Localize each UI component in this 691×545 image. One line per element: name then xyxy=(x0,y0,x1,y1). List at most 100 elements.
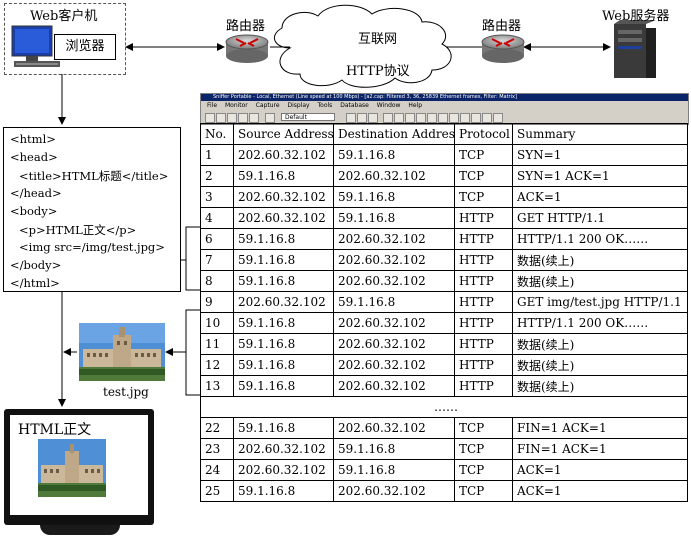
cell-no: 22 xyxy=(200,417,234,439)
toolbar-icon[interactable] xyxy=(416,113,426,123)
table-row[interactable]: 23 202.60.32.102 59.1.16.8 TCP FIN=1 ACK=1 xyxy=(200,438,688,460)
toolbar-icon[interactable] xyxy=(346,113,356,123)
cell-summary: 数据(续上) xyxy=(512,249,688,271)
cell-summary: FIN=1 ACK=1 xyxy=(512,417,688,439)
cell-no: 12 xyxy=(200,354,234,376)
pause-capture-icon[interactable] xyxy=(216,113,226,123)
cell-source: 59.1.16.8 xyxy=(233,312,334,334)
rendered-page-text: HTML正文 xyxy=(18,422,92,438)
sniffer-window: Sniffer Portable - Local, Ethernet (Line… xyxy=(200,93,689,125)
menu-item-capture[interactable]: Capture xyxy=(256,102,280,109)
cell-source: 202.60.32.102 xyxy=(233,459,334,481)
stop-display-icon[interactable] xyxy=(238,113,248,123)
cloud-protocol: HTTP协议 xyxy=(346,64,410,79)
column-header-no[interactable]: No. xyxy=(200,123,234,145)
toolbar-icon[interactable] xyxy=(405,113,415,123)
menu-item-help[interactable]: Help xyxy=(408,102,422,109)
cell-no: 23 xyxy=(200,438,234,460)
cell-protocol: TCP xyxy=(454,144,513,166)
sniffer-menu-bar: File Monitor Capture Display Tools Datab… xyxy=(201,101,688,111)
table-row[interactable]: 8 59.1.16.8 202.60.32.102 HTTP 数据(续上) xyxy=(200,270,688,292)
table-row[interactable]: 10 59.1.16.8 202.60.32.102 HTTP HTTP/1.1 200… xyxy=(200,312,688,334)
toolbar-icon[interactable] xyxy=(460,113,470,123)
column-header-protocol[interactable]: Protocol xyxy=(454,123,513,145)
cell-summary: 数据(续上) xyxy=(512,333,688,355)
toolbar-icon[interactable] xyxy=(471,113,481,123)
toolbar-icon[interactable] xyxy=(493,113,503,123)
table-row[interactable]: 13 59.1.16.8 202.60.32.102 HTTP 数据(续上) xyxy=(200,375,688,397)
start-capture-icon[interactable] xyxy=(205,113,215,123)
cell-summary: 数据(续上) xyxy=(512,354,688,376)
cell-protocol: HTTP xyxy=(454,333,513,355)
code-line: </head> xyxy=(10,186,62,200)
menu-item-monitor[interactable]: Monitor xyxy=(225,102,248,109)
cell-source: 202.60.32.102 xyxy=(233,144,334,166)
web-server-icon xyxy=(614,20,656,78)
cell-source: 202.60.32.102 xyxy=(233,186,334,208)
cell-source: 59.1.16.8 xyxy=(233,354,334,376)
table-row[interactable]: 2 59.1.16.8 202.60.32.102 TCP SYN=1 ACK=1 xyxy=(200,165,688,187)
profile-select[interactable]: Default xyxy=(281,113,335,121)
column-header-source[interactable]: Source Address xyxy=(233,123,334,145)
toolbar-icon[interactable] xyxy=(368,113,378,123)
menu-item-tools[interactable]: Tools xyxy=(318,102,333,109)
cell-source: 202.60.32.102 xyxy=(233,438,334,460)
cell-summary: 数据(续上) xyxy=(512,375,688,397)
code-line: <head> xyxy=(10,150,58,164)
cell-destination: 202.60.32.102 xyxy=(333,312,455,334)
router-label: 路由器 xyxy=(482,19,522,34)
filter-icon[interactable] xyxy=(265,113,275,123)
cell-no: 6 xyxy=(200,228,234,250)
toolbar-icon[interactable] xyxy=(394,113,404,123)
response-bracket xyxy=(185,226,200,291)
table-row[interactable]: 4 202.60.32.102 59.1.16.8 HTTP GET HTTP/1.1 xyxy=(200,207,688,229)
toolbar-icon[interactable] xyxy=(482,113,492,123)
image-caption: test.jpg xyxy=(103,385,149,399)
toolbar-icon[interactable] xyxy=(438,113,448,123)
table-row[interactable]: 24 202.60.32.102 59.1.16.8 TCP ACK=1 xyxy=(200,459,688,481)
cell-source: 59.1.16.8 xyxy=(233,270,334,292)
table-row[interactable]: 1 202.60.32.102 59.1.16.8 TCP SYN=1 xyxy=(200,144,688,166)
menu-item-display[interactable]: Display xyxy=(287,102,309,109)
menu-item-file[interactable]: File xyxy=(207,102,217,109)
toolbar-icon[interactable] xyxy=(357,113,367,123)
table-row[interactable]: 11 59.1.16.8 202.60.32.102 HTTP 数据(续上) xyxy=(200,333,688,355)
display-icon[interactable] xyxy=(249,113,259,123)
table-row[interactable]: 12 59.1.16.8 202.60.32.102 HTTP 数据(续上) xyxy=(200,354,688,376)
cell-no: 10 xyxy=(200,312,234,334)
column-header-destination[interactable]: Destination Address xyxy=(333,123,455,145)
cell-destination: 59.1.16.8 xyxy=(333,207,455,229)
cell-destination: 59.1.16.8 xyxy=(333,144,455,166)
cell-destination: 202.60.32.102 xyxy=(333,228,455,250)
table-row[interactable]: 25 59.1.16.8 202.60.32.102 TCP ACK=1 xyxy=(200,480,688,502)
table-row[interactable]: 7 59.1.16.8 202.60.32.102 HTTP 数据(续上) xyxy=(200,249,688,271)
cell-protocol: TCP xyxy=(454,459,513,481)
table-header-row: No. Source Address Destination Address P… xyxy=(200,123,688,145)
cell-no: 11 xyxy=(200,333,234,355)
cell-source: 59.1.16.8 xyxy=(233,375,334,397)
monitor-stand xyxy=(40,525,120,535)
table-row[interactable]: 3 202.60.32.102 59.1.16.8 TCP ACK=1 xyxy=(200,186,688,208)
cell-protocol: TCP xyxy=(454,186,513,208)
column-header-summary[interactable]: Summary xyxy=(512,123,688,145)
cell-source: 59.1.16.8 xyxy=(233,228,334,250)
cell-no: 7 xyxy=(200,249,234,271)
menu-item-window[interactable]: Window xyxy=(377,102,401,109)
cell-summary: SYN=1 xyxy=(512,144,688,166)
cell-source: 59.1.16.8 xyxy=(233,165,334,187)
cell-destination: 59.1.16.8 xyxy=(333,438,455,460)
menu-item-database[interactable]: Database xyxy=(340,102,369,109)
toolbar-icon[interactable] xyxy=(427,113,437,123)
cell-no: 13 xyxy=(200,375,234,397)
stop-capture-icon[interactable] xyxy=(227,113,237,123)
table-row[interactable]: 22 59.1.16.8 202.60.32.102 TCP FIN=1 ACK=1 xyxy=(200,417,688,439)
cell-no: 25 xyxy=(200,480,234,502)
table-row[interactable]: 6 59.1.16.8 202.60.32.102 HTTP HTTP/1.1 200 … xyxy=(200,228,688,250)
table-row[interactable]: 9 202.60.32.102 59.1.16.8 HTTP GET img/test.… xyxy=(200,291,688,313)
toolbar-icon[interactable] xyxy=(383,113,393,123)
cell-no: 1 xyxy=(200,144,234,166)
cell-destination: 202.60.32.102 xyxy=(333,375,455,397)
cell-source: 59.1.16.8 xyxy=(233,249,334,271)
cell-protocol: TCP xyxy=(454,417,513,439)
toolbar-icon[interactable] xyxy=(449,113,459,123)
